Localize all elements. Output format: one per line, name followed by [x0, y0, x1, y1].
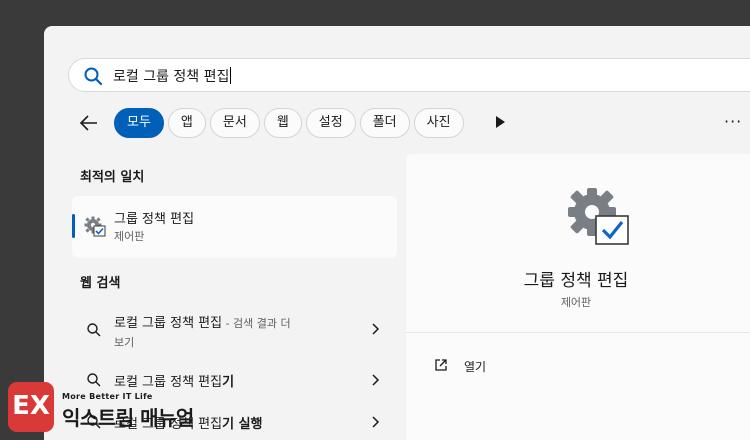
web-search-item-label: 로컬 그룹 정책 편집 - 검색 결과 더 [114, 316, 291, 331]
search-input[interactable]: 로컬 그룹 정책 편집 [113, 66, 232, 86]
watermark-name: 익스트림 매뉴얼 [62, 406, 194, 430]
text-caret [230, 67, 232, 84]
open-action[interactable]: 열기 [464, 358, 486, 375]
selection-indicator [72, 214, 75, 238]
search-icon [84, 67, 103, 86]
filter-tab-apps[interactable]: 앱 [167, 108, 206, 138]
site-watermark: EX More Better IT Life 익스트림 매뉴얼 [8, 382, 254, 438]
detail-subtitle: 제어판 [560, 296, 592, 309]
filter-tab-documents[interactable]: 문서 [209, 108, 260, 138]
best-match-item[interactable]: 그룹 정책 편집 제어판 [72, 196, 397, 258]
detail-title: 그룹 정책 편집 [523, 271, 629, 291]
back-arrow-icon[interactable] [78, 112, 100, 134]
gear-check-icon [84, 216, 106, 237]
watermark-tagline: More Better IT Life [62, 392, 153, 401]
chevron-right-icon [372, 374, 380, 386]
web-search-heading: 웹 검색 [80, 276, 121, 291]
divider [406, 332, 750, 333]
search-box[interactable]: 로컬 그룹 정책 편집 [68, 58, 750, 92]
best-match-heading: 최적의 일치 [80, 170, 145, 185]
filter-tab-settings[interactable]: 설정 [305, 108, 356, 138]
play-more-filters-icon[interactable] [496, 116, 505, 128]
filter-tab-web[interactable]: 웹 [263, 108, 302, 138]
best-match-title: 그룹 정책 편집 [114, 212, 195, 227]
web-search-item-label-wrap: 보기 [114, 336, 135, 349]
chevron-right-icon [372, 416, 380, 428]
gear-check-icon [568, 188, 629, 245]
best-match-subtitle: 제어판 [114, 230, 145, 243]
filter-tab-folders[interactable]: 폴더 [359, 108, 410, 138]
watermark-logo: EX [8, 382, 54, 432]
chevron-right-icon [372, 323, 380, 335]
start-search-panel: 로컬 그룹 정책 편집 모두 앱 문서 웹 설정 폴더 사진 ··· 최적의 일… [44, 26, 750, 440]
web-search-item[interactable]: 로컬 그룹 정책 편집 - 검색 결과 더 보기 [72, 308, 397, 352]
open-external-icon [435, 359, 447, 371]
filter-tab-all[interactable]: 모두 [114, 108, 164, 138]
filter-tab-photos[interactable]: 사진 [413, 108, 464, 138]
detail-pane: 그룹 정책 편집 제어판 열기 [406, 154, 750, 440]
search-icon [87, 323, 101, 337]
filter-tabs: 모두 앱 문서 웹 설정 폴더 사진 [114, 108, 464, 138]
more-options-button[interactable]: ··· [724, 112, 742, 131]
